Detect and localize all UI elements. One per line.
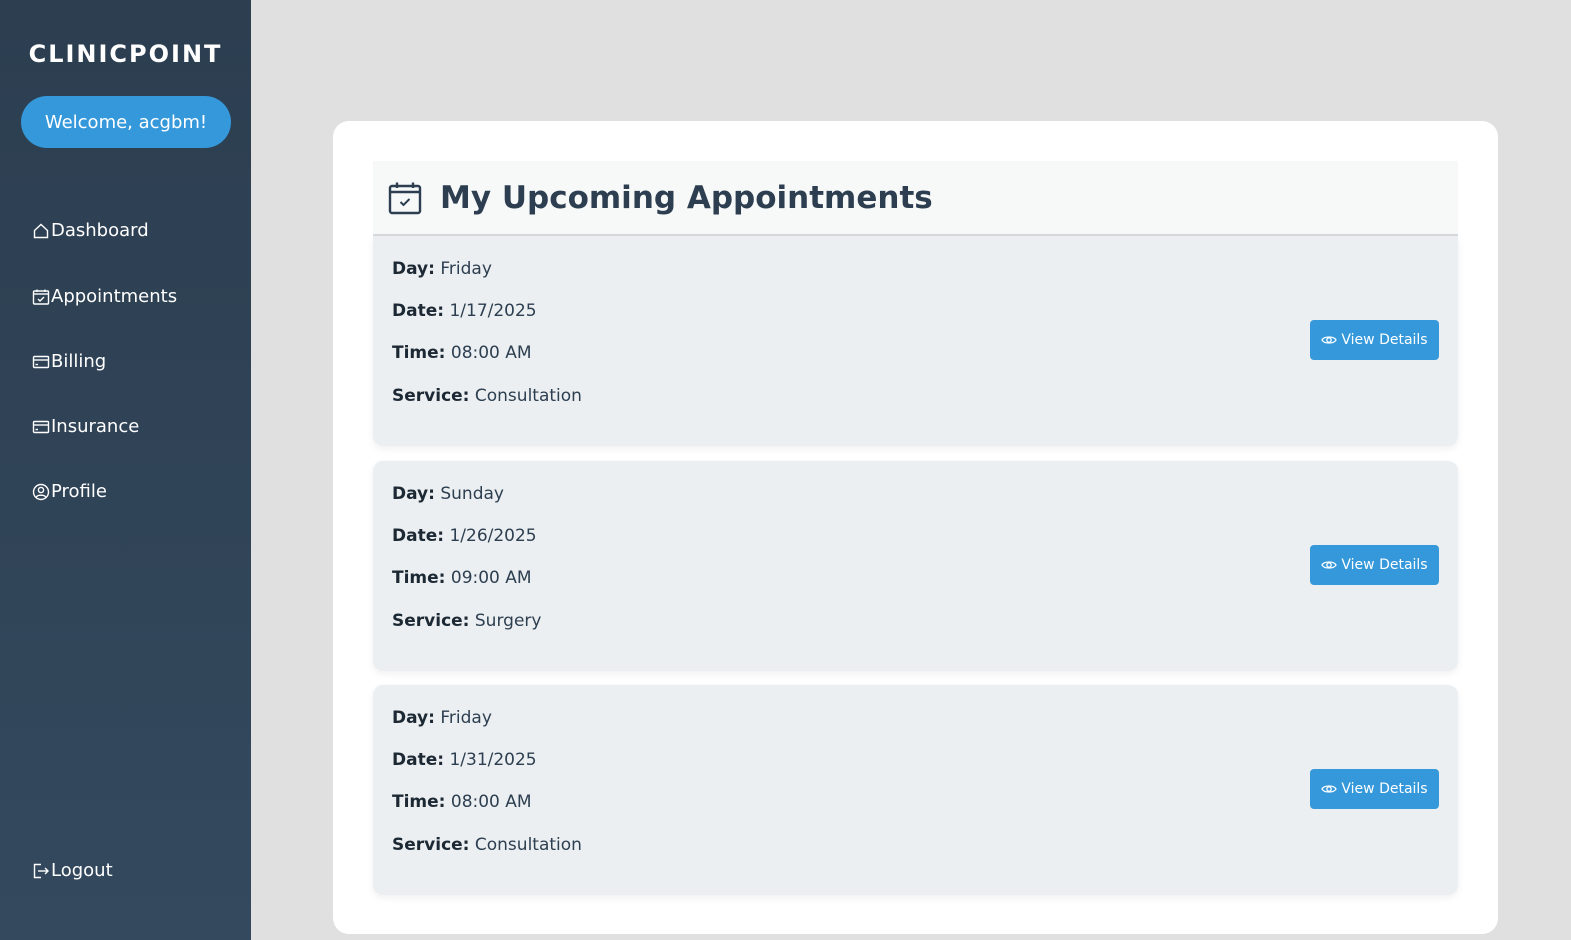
logout-icon xyxy=(33,863,49,878)
appointments-card: My Upcoming Appointments Day: Friday Dat… xyxy=(333,121,1498,934)
service-label: Service: xyxy=(392,835,470,855)
day-value: Sunday xyxy=(440,484,504,504)
eye-icon xyxy=(1321,336,1338,344)
credit-card-icon xyxy=(32,355,50,368)
appointment-date: Date: 1/26/2025 xyxy=(392,526,537,546)
calendar-check-icon xyxy=(388,182,422,214)
date-value: 1/31/2025 xyxy=(449,750,537,770)
day-label: Day: xyxy=(392,708,435,728)
sidebar: CLINICPOINT Welcome, acgbm! Dashboard Ap… xyxy=(0,0,251,940)
day-value: Friday xyxy=(440,259,492,279)
sidebar-item-label: Logout xyxy=(51,860,113,881)
appointment-day: Day: Friday xyxy=(392,259,492,279)
view-details-label: View Details xyxy=(1341,781,1428,797)
appointment-service: Service: Surgery xyxy=(392,611,541,631)
sidebar-item-appointments[interactable]: Appointments xyxy=(32,286,177,307)
time-label: Time: xyxy=(392,568,446,588)
appointment-time: Time: 08:00 AM xyxy=(392,792,532,812)
day-label: Day: xyxy=(392,484,435,504)
user-circle-icon xyxy=(32,483,50,500)
sidebar-item-dashboard[interactable]: Dashboard xyxy=(32,220,149,241)
time-value: 08:00 AM xyxy=(450,792,532,812)
appointment-item: Day: Sunday Date: 1/26/2025 Time: 09:00 … xyxy=(373,461,1458,671)
calendar-check-icon xyxy=(32,289,50,305)
service-label: Service: xyxy=(392,386,470,406)
appointment-time: Time: 08:00 AM xyxy=(392,343,532,363)
date-label: Date: xyxy=(392,526,445,546)
appointment-day: Day: Friday xyxy=(392,708,492,728)
service-value: Consultation xyxy=(474,835,582,855)
time-value: 09:00 AM xyxy=(450,568,532,588)
appointment-item: Day: Friday Date: 1/17/2025 Time: 08:00 … xyxy=(373,236,1458,446)
card-header: My Upcoming Appointments xyxy=(373,161,1458,236)
sidebar-item-label: Appointments xyxy=(51,286,178,307)
app-logo: CLINICPOINT xyxy=(28,40,223,68)
sidebar-item-billing[interactable]: Billing xyxy=(32,351,106,372)
sidebar-item-profile[interactable]: Profile xyxy=(32,481,107,502)
service-value: Consultation xyxy=(474,386,582,406)
appointment-day: Day: Sunday xyxy=(392,484,504,504)
time-label: Time: xyxy=(392,343,446,363)
sidebar-item-insurance[interactable]: Insurance xyxy=(32,416,139,437)
welcome-badge: Welcome, acgbm! xyxy=(21,96,231,148)
view-details-label: View Details xyxy=(1341,332,1428,348)
view-details-button[interactable]: View Details xyxy=(1310,769,1439,809)
appointment-date: Date: 1/17/2025 xyxy=(392,301,537,321)
date-value: 1/26/2025 xyxy=(449,526,537,546)
appointment-service: Service: Consultation xyxy=(392,835,582,855)
date-label: Date: xyxy=(392,750,445,770)
time-value: 08:00 AM xyxy=(450,343,532,363)
home-icon xyxy=(33,223,49,238)
service-value: Surgery xyxy=(474,611,542,631)
appointment-time: Time: 09:00 AM xyxy=(392,568,532,588)
view-details-button[interactable]: View Details xyxy=(1310,545,1439,585)
appointment-service: Service: Consultation xyxy=(392,386,582,406)
appointment-date: Date: 1/31/2025 xyxy=(392,750,537,770)
sidebar-item-label: Profile xyxy=(51,481,107,502)
day-value: Friday xyxy=(440,708,492,728)
page-title: My Upcoming Appointments xyxy=(440,179,933,216)
credit-card-icon xyxy=(32,420,50,433)
time-label: Time: xyxy=(392,792,446,812)
view-details-label: View Details xyxy=(1341,557,1428,573)
eye-icon xyxy=(1321,785,1338,793)
service-label: Service: xyxy=(392,611,470,631)
view-details-button[interactable]: View Details xyxy=(1310,320,1439,360)
sidebar-item-logout[interactable]: Logout xyxy=(32,860,113,881)
sidebar-item-label: Insurance xyxy=(51,416,140,437)
sidebar-item-label: Billing xyxy=(51,351,107,372)
date-value: 1/17/2025 xyxy=(449,301,537,321)
eye-icon xyxy=(1321,561,1338,569)
appointment-item: Day: Friday Date: 1/31/2025 Time: 08:00 … xyxy=(373,685,1458,895)
day-label: Day: xyxy=(392,259,435,279)
sidebar-item-label: Dashboard xyxy=(51,220,149,241)
date-label: Date: xyxy=(392,301,445,321)
